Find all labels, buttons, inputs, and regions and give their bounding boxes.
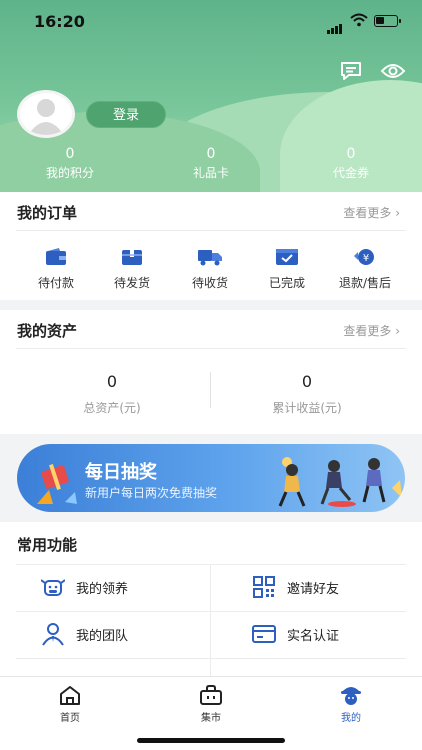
- signal-icon: [327, 15, 343, 34]
- total-assets-value: 0: [106, 372, 118, 391]
- voucher-value: 0: [346, 146, 356, 162]
- profile-icon: [311, 683, 391, 707]
- orders-more-link[interactable]: 查看更多 ›: [343, 204, 400, 221]
- total-assets[interactable]: 0 总资产(元): [12, 372, 212, 416]
- profile-header: 16:20 登录 0 我的积分 0 礼品卡 0 代金券: [0, 0, 422, 192]
- function-label: 邀请好友: [287, 581, 340, 597]
- banner-subtitle: 新用户每日两次免费抽奖: [85, 486, 218, 500]
- cumulative-earnings-value: 0: [301, 372, 313, 391]
- refund-icon: ¥: [326, 246, 404, 268]
- tab-home[interactable]: 首页: [30, 683, 110, 724]
- total-assets-label: 总资产(元): [83, 401, 141, 415]
- banner-title: 每日抽奖: [85, 462, 157, 483]
- gift-card-value: 0: [206, 146, 216, 162]
- order-item-label: 待收货: [191, 276, 228, 290]
- status-bar: 16:20: [0, 0, 422, 44]
- gift-box-icon: [37, 464, 77, 504]
- eye-icon[interactable]: [379, 57, 407, 85]
- login-button[interactable]: 登录: [86, 101, 166, 128]
- real-name-verification-button[interactable]: 实名认证: [251, 611, 422, 657]
- battery-icon: [374, 15, 401, 27]
- order-item-label: 已完成: [268, 276, 305, 290]
- wallet-icon: [17, 246, 95, 268]
- id-card-icon: [251, 621, 277, 647]
- gift-card-stat[interactable]: 0 礼品卡: [151, 146, 271, 181]
- home-indicator: [137, 738, 285, 743]
- function-label: 我的团队: [76, 628, 129, 644]
- assets-more-link[interactable]: 查看更多 ›: [343, 322, 400, 339]
- tab-label: 我的: [341, 713, 361, 724]
- order-refund[interactable]: ¥ 退款/售后: [326, 246, 404, 291]
- function-label: 实名认证: [287, 628, 340, 644]
- divider: [16, 230, 406, 231]
- cow-icon: [40, 574, 66, 600]
- qr-code-icon: [251, 574, 277, 600]
- assets-title: 我的资产: [17, 322, 78, 340]
- truck-icon: [171, 246, 249, 268]
- my-team-button[interactable]: 我的团队: [40, 611, 235, 657]
- order-completed[interactable]: 已完成: [248, 246, 326, 291]
- wifi-icon: [350, 13, 368, 27]
- market-icon: [171, 683, 251, 707]
- orders-more-label: 查看更多: [343, 206, 392, 220]
- cumulative-earnings-label: 累计收益(元): [272, 401, 342, 415]
- divider: [16, 658, 406, 659]
- points-label: 我的积分: [45, 166, 94, 180]
- tab-label: 集市: [201, 713, 221, 724]
- default-avatar-icon: [28, 99, 64, 135]
- points-stat[interactable]: 0 我的积分: [10, 146, 130, 181]
- tab-label: 首页: [60, 713, 80, 724]
- my-adoption-button[interactable]: 我的领养: [40, 564, 235, 610]
- order-item-label: 退款/售后: [338, 276, 392, 290]
- message-icon[interactable]: [337, 57, 365, 85]
- tab-profile[interactable]: 我的: [311, 683, 391, 724]
- celebration-illustration: [278, 457, 402, 507]
- voucher-stat[interactable]: 0 代金券: [291, 146, 411, 181]
- cumulative-earnings[interactable]: 0 累计收益(元): [207, 372, 407, 416]
- svg-text:¥: ¥: [363, 253, 369, 264]
- points-value: 0: [65, 146, 75, 162]
- assets-more-label: 查看更多: [343, 324, 392, 338]
- status-time: 16:20: [34, 12, 85, 31]
- daily-lottery-banner[interactable]: 每日抽奖 新用户每日两次免费抽奖: [17, 444, 405, 512]
- tab-market[interactable]: 集市: [171, 683, 251, 724]
- voucher-label: 代金券: [332, 166, 369, 180]
- order-pending-payment[interactable]: 待付款: [17, 246, 95, 291]
- order-item-label: 待发货: [113, 276, 150, 290]
- team-icon: [40, 621, 66, 647]
- function-label: 我的领养: [76, 581, 129, 597]
- functions-title: 常用功能: [17, 536, 78, 554]
- package-icon: [93, 246, 171, 268]
- chevron-right-icon: ›: [395, 324, 400, 338]
- gift-card-label: 礼品卡: [192, 166, 229, 180]
- order-pending-shipment[interactable]: 待发货: [93, 246, 171, 291]
- orders-title: 我的订单: [17, 204, 78, 222]
- chevron-right-icon: ›: [395, 206, 400, 220]
- home-icon: [30, 683, 110, 707]
- avatar[interactable]: [17, 90, 75, 138]
- order-pending-receipt[interactable]: 待收货: [171, 246, 249, 291]
- order-item-label: 待付款: [37, 276, 74, 290]
- completed-icon: [248, 246, 326, 268]
- divider: [16, 348, 406, 349]
- invite-friends-button[interactable]: 邀请好友: [251, 564, 422, 610]
